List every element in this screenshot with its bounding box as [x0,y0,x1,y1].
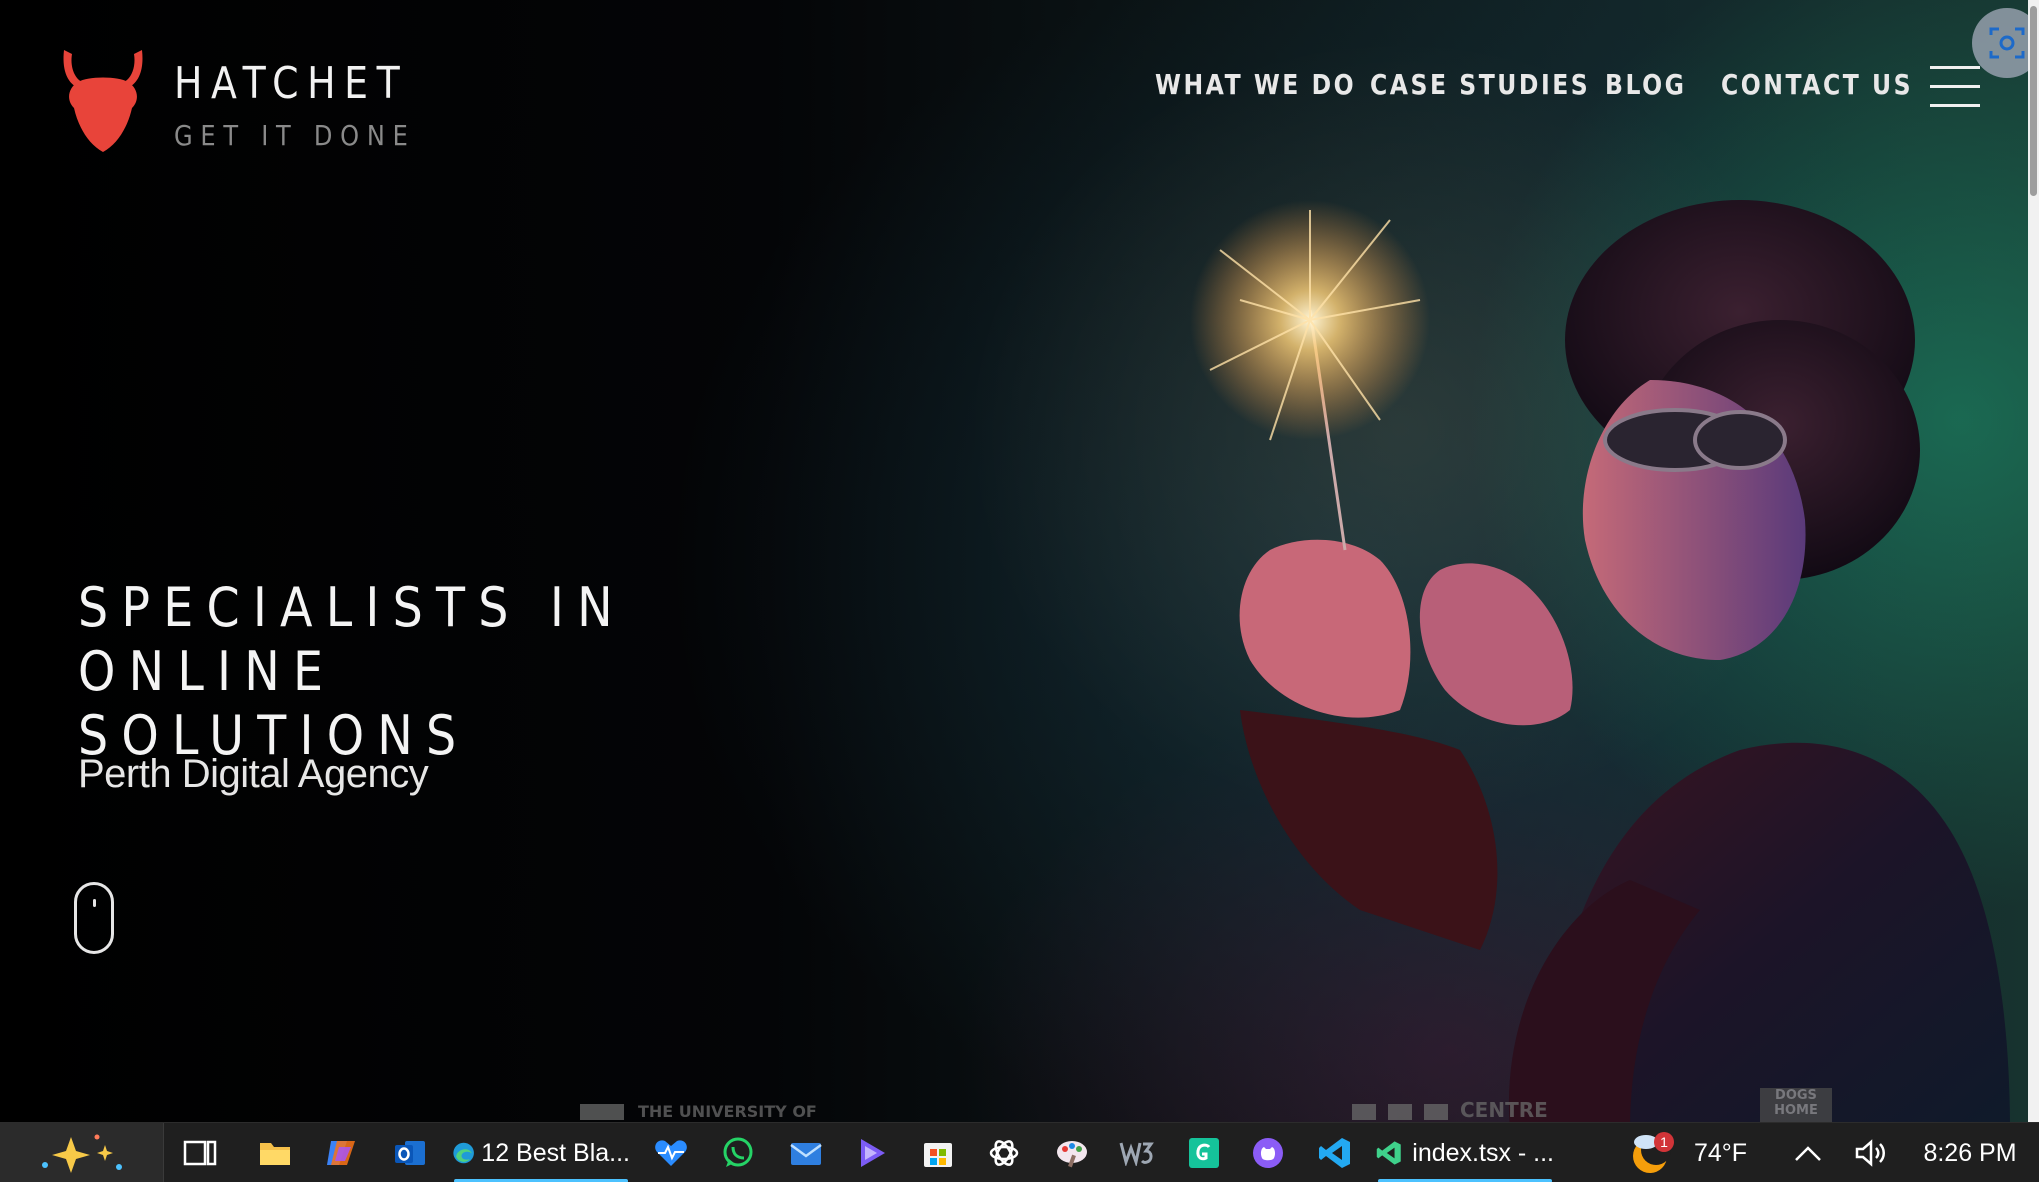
chatgpt-icon[interactable] [984,1123,1024,1182]
chevron-up-icon[interactable] [1788,1123,1828,1182]
stars-icon [1352,1103,1450,1120]
nav-link-what-we-do[interactable]: WHAT WE DO [1155,68,1356,101]
nav-link-case-studies[interactable]: CASE STUDIES [1370,68,1590,101]
vscode-icon[interactable] [1315,1123,1355,1182]
paint-icon[interactable] [1052,1123,1092,1182]
client-logos: THE UNIVERSITY OF CENTRE DOGS HOME [0,1088,2028,1122]
outlook-icon[interactable] [390,1123,430,1182]
taskbar-vscode-window[interactable]: index.tsx - ... [1376,1123,1554,1182]
nav-link-contact-us[interactable]: CONTACT US [1721,68,1913,101]
hero-headline: SPECIALISTS IN ONLINE SOLUTIONS [78,576,870,768]
play-icon[interactable] [852,1123,892,1182]
sparkle-icon [41,1134,122,1173]
hero-section: HATCHET GET IT DONE WHAT WE DO CASE STUD… [0,0,2028,1122]
bull-head-icon [63,50,143,152]
weather-temperature: 74°F [1694,1138,1748,1167]
client-logo: THE UNIVERSITY OF [580,1098,817,1122]
brand-tagline: GET IT DONE [174,119,416,152]
copilot-icon[interactable] [322,1123,362,1182]
mouse-scroll-icon[interactable] [74,882,114,954]
hero-photo [1190,200,2010,1122]
edge-window-title: 12 Best Bla... [481,1138,630,1167]
grammarly-icon[interactable] [1184,1123,1224,1182]
vscode-window-title: index.tsx - ... [1412,1138,1554,1167]
hero-headline-line-1: SPECIALISTS IN ONLINE [78,576,626,703]
whatsapp-icon[interactable] [718,1123,758,1182]
store-icon[interactable] [918,1123,958,1182]
brand-name: HATCHET [174,58,409,109]
mail-icon[interactable] [786,1123,826,1182]
clock-time: 8:26 PM [1923,1138,2017,1167]
taskbar: 12 Best Bla... index.tsx - ... 1 74°F 8:… [0,1122,2039,1182]
scrollbar-thumb[interactable] [2030,6,2037,196]
edge-icon [453,1142,474,1164]
hero-subheadline: Perth Digital Agency [78,752,429,796]
taskbar-edge-window[interactable]: 12 Best Bla... [452,1123,630,1182]
nav-link-blog[interactable]: BLOG [1605,68,1686,101]
client-logo: CENTRE [1352,1098,1548,1122]
weather-badge: 1 [1654,1132,1674,1152]
task-view-icon[interactable] [180,1123,220,1182]
heart-pulse-icon[interactable] [651,1123,691,1182]
weather-icon: 1 [1628,1130,1674,1176]
system-clock[interactable]: 8:26 PM [1910,1123,2030,1182]
speaker-icon[interactable] [1852,1123,1892,1182]
w3-icon[interactable] [1117,1123,1157,1182]
hamburger-icon[interactable] [1930,64,1982,110]
vscode-icon [1376,1141,1401,1165]
university-crest-icon [580,1103,624,1120]
site-logo[interactable]: HATCHET GET IT DONE [60,48,455,154]
client-logo: DOGS HOME [1760,1088,1832,1122]
github-icon[interactable] [1248,1123,1288,1182]
weather-widget[interactable]: 1 74°F [1628,1123,1754,1182]
copilot-button[interactable] [0,1123,164,1182]
page-scrollbar[interactable] [2028,0,2039,1122]
folder-icon[interactable] [255,1123,295,1182]
